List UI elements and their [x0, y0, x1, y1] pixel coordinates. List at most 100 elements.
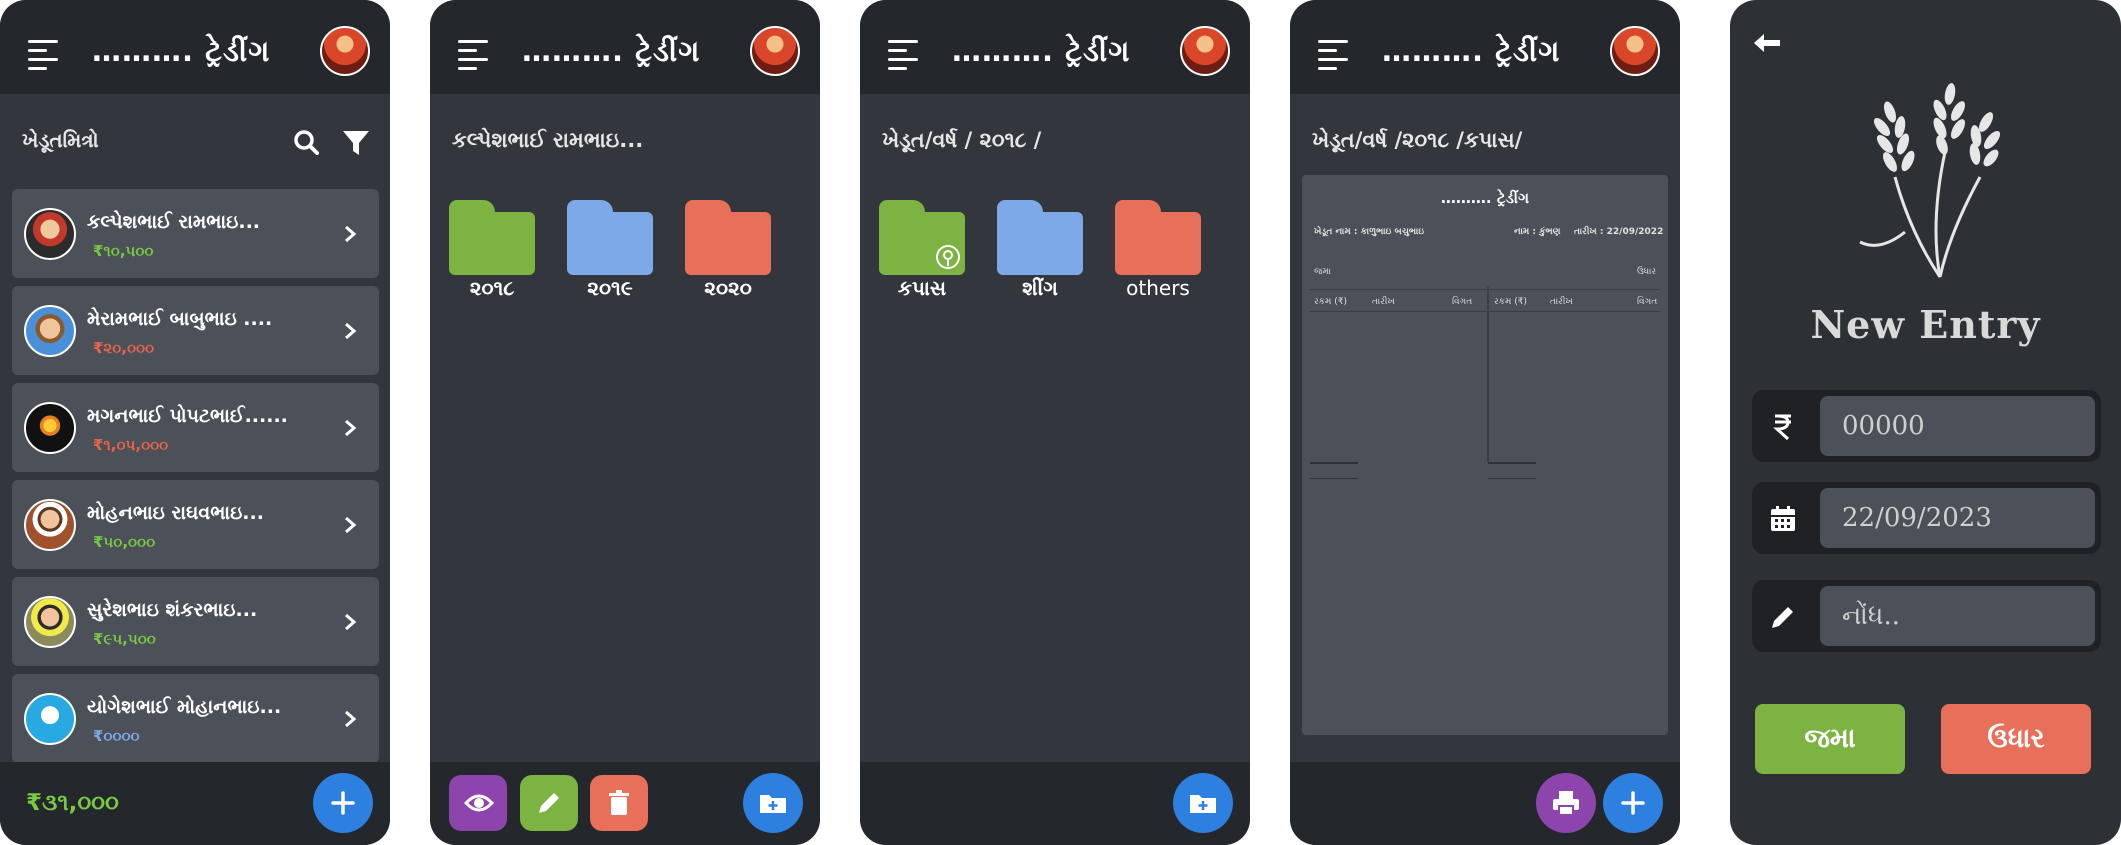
- search-icon[interactable]: [293, 129, 319, 155]
- top-app-bar: ………. ટ્રેડીંગ: [1290, 0, 1680, 94]
- chevron-right-icon[interactable]: [343, 613, 357, 631]
- menu-icon[interactable]: [28, 40, 58, 70]
- debit-button[interactable]: ઉધાર: [1941, 704, 2091, 774]
- calendar-icon: [1771, 506, 1795, 531]
- top-app-bar: ………. ટ્રેડીંગ: [430, 0, 820, 94]
- profile-avatar[interactable]: [320, 26, 370, 76]
- avatar: [24, 305, 76, 357]
- farmer-name: મોહનભાઇ રાઘવભાઇ...: [87, 502, 264, 524]
- credit-button[interactable]: જમા: [1755, 704, 1905, 774]
- list-item[interactable]: મેરામભાઈ બાબુભાઇ .... ₹૨૦,૦૦૦: [12, 286, 379, 375]
- menu-icon[interactable]: [888, 40, 918, 70]
- profile-avatar[interactable]: [750, 26, 800, 76]
- new-entry-screen: New Entry 00000 22/09/2023 નોંધ.. જમા ઉધ…: [1730, 0, 2121, 845]
- crops-folder-screen: ………. ટ્રેડીંગ ખેડૂત/વર્ષ / ૨૦૧૮ / કપાસ શ…: [860, 0, 1250, 845]
- list-item[interactable]: કલ્પેશભાઈ રામભાઇ... ₹૧૦,૫૦૦: [12, 189, 379, 278]
- breadcrumb: ખેડૂત/વર્ષ /૨૦૧૮ /કપાસ/: [1312, 128, 1523, 152]
- folder-label: ૨૦૨૦: [704, 276, 752, 300]
- doc-date: તારીખ : 22/09/2022: [1574, 227, 1664, 237]
- doc-credit-label: જમા: [1314, 267, 1332, 277]
- breadcrumb: ખેડૂત/વર્ષ / ૨૦૧૮ /: [882, 128, 1042, 152]
- folder-icon: [567, 212, 653, 275]
- wheat-icon: [1859, 83, 2000, 278]
- delete-button[interactable]: [590, 775, 648, 831]
- total-amount: ₹૩૧,૦૦૦: [26, 790, 119, 816]
- note-input[interactable]: નોંધ..: [1820, 586, 2095, 646]
- farmer-amount: ₹૧૦,૫૦૦: [93, 242, 154, 260]
- top-app-bar: ………. ટ્રેડીંગ: [0, 0, 390, 94]
- add-farmer-button[interactable]: [313, 773, 373, 833]
- add-entry-button[interactable]: [1603, 773, 1663, 833]
- page-title: New Entry: [1810, 302, 2041, 347]
- list-item[interactable]: યોગેશભાઈ મોહાનભાઇ... ₹૦૦૦૦: [12, 674, 379, 763]
- bottom-bar: [1290, 762, 1680, 845]
- divider: [1310, 311, 1660, 312]
- profile-avatar[interactable]: [1180, 26, 1230, 76]
- doc-title: ………. ટ્રેડીંગ: [1440, 189, 1530, 207]
- folder-label: ૨૦૧૮: [469, 276, 515, 300]
- edit-button[interactable]: [520, 775, 578, 831]
- farmer-amount: ₹૦૦૦૦: [93, 727, 140, 745]
- folder-2018[interactable]: [449, 200, 535, 275]
- view-button[interactable]: [449, 775, 507, 831]
- chevron-right-icon[interactable]: [343, 225, 357, 243]
- farmer-name: મગનભાઈ પોપટભાઈ......: [87, 405, 288, 427]
- folder-cotton[interactable]: [879, 200, 965, 275]
- trash-icon: [609, 790, 629, 815]
- list-item[interactable]: મગનભાઈ પોપટભાઈ...... ₹૧,૦૫,૦૦૦: [12, 383, 379, 472]
- amount-input[interactable]: 00000: [1820, 396, 2095, 456]
- pencil-icon: [1772, 607, 1793, 628]
- folder-icon: [449, 212, 535, 275]
- back-arrow-icon[interactable]: [1752, 32, 1782, 54]
- pencil-icon: [539, 793, 559, 813]
- chevron-right-icon[interactable]: [343, 710, 357, 728]
- chevron-right-icon[interactable]: [343, 322, 357, 340]
- farmer-amount: ₹૫૦,૦૦૦: [93, 533, 156, 551]
- farmer-amount: ₹૯૫,૫૦૦: [93, 630, 156, 648]
- folder-label: others: [1126, 276, 1190, 300]
- folder-label: કપાસ: [897, 276, 947, 300]
- date-field: 22/09/2023: [1752, 482, 2101, 554]
- avatar: [24, 208, 76, 260]
- folder-label: ૨૦૧૯: [587, 276, 633, 300]
- menu-icon[interactable]: [1318, 40, 1348, 70]
- col-amount: રકમ (₹): [1314, 297, 1347, 307]
- filter-icon[interactable]: [342, 130, 370, 156]
- folder-groundnut[interactable]: [997, 200, 1083, 275]
- add-folder-button[interactable]: [743, 773, 803, 833]
- app-title: ………. ટ્રેડીંગ: [92, 34, 271, 68]
- farmer-amount: ₹૧,૦૫,૦૦૦: [93, 436, 169, 454]
- farmers-list-screen: ………. ટ્રેડીંગ ખેડૂતમિત્રો કલ્પેશભાઈ રામભ…: [0, 0, 390, 845]
- profile-avatar[interactable]: [1610, 26, 1660, 76]
- breadcrumb: કલ્પેશભાઈ રામભાઇ...: [452, 128, 644, 152]
- list-item[interactable]: સુરેશભાઇ શંકરભાઇ... ₹૯૫,૫૦૦: [12, 577, 379, 666]
- farmer-name: કલ્પેશભાઈ રામભાઇ...: [87, 211, 261, 233]
- folder-icon: [685, 212, 771, 275]
- print-button[interactable]: [1536, 773, 1596, 833]
- chevron-right-icon[interactable]: [343, 419, 357, 437]
- folder-plus-icon: [760, 795, 786, 813]
- app-title: ………. ટ્રેડીંગ: [952, 34, 1131, 68]
- doc-farmer-name: ખેડૂત નામ : કાળુભાઇ બચુભાઇ: [1314, 227, 1425, 237]
- add-folder-button[interactable]: [1173, 773, 1233, 833]
- folder-label: શીંગ: [1022, 276, 1058, 300]
- app-title: ………. ટ્રેડીંગ: [1382, 34, 1561, 68]
- divider: [1310, 462, 1358, 464]
- years-folder-screen: ………. ટ્રેડીંગ કલ્પેશભાઈ રામભાઇ... ૨૦૧૮ ૨…: [430, 0, 820, 845]
- printer-icon: [1553, 791, 1579, 816]
- divider: [1488, 478, 1536, 479]
- chevron-right-icon[interactable]: [343, 516, 357, 534]
- date-input[interactable]: 22/09/2023: [1820, 488, 2095, 548]
- avatar: [24, 596, 76, 648]
- folder-2019[interactable]: [567, 200, 653, 275]
- avatar: [24, 693, 76, 745]
- ledger-document[interactable]: ………. ટ્રેડીંગ ખેડૂત નામ : કાળુભાઇ બચુભાઇ…: [1302, 175, 1668, 735]
- doc-name: નામ : કુંભણ: [1514, 227, 1561, 237]
- menu-icon[interactable]: [458, 40, 488, 70]
- list-item[interactable]: મોહનભાઇ રાઘવભાઇ... ₹૫૦,૦૦૦: [12, 480, 379, 569]
- folder-others[interactable]: [1115, 200, 1201, 275]
- divider: [1487, 287, 1489, 462]
- col-detail: વિગત: [1637, 297, 1658, 307]
- doc-debit-label: ઉધાર: [1637, 267, 1657, 277]
- folder-2020[interactable]: [685, 200, 771, 275]
